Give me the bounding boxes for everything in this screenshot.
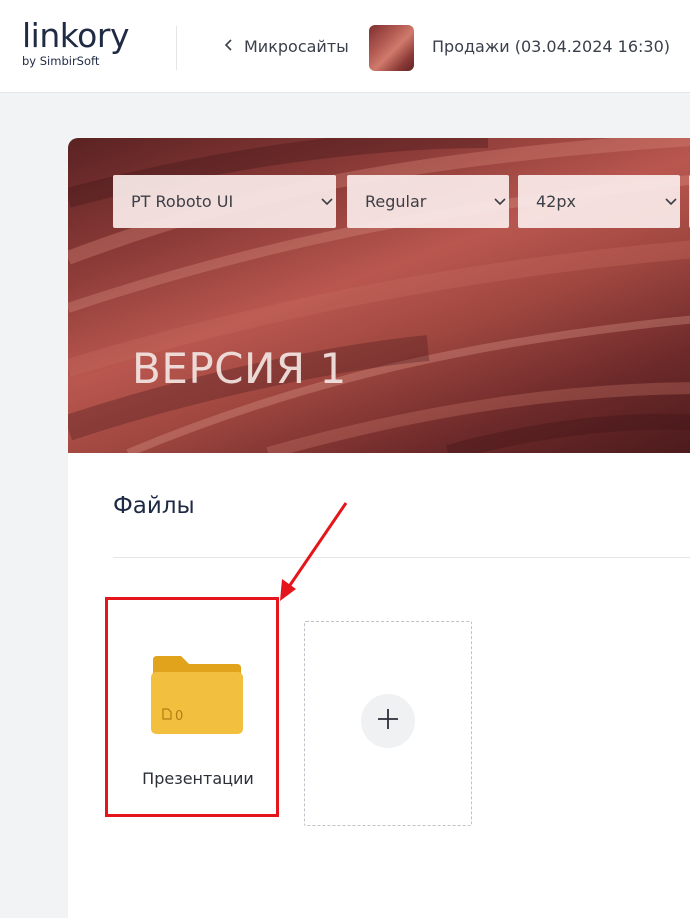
plus-icon	[376, 707, 400, 735]
chevron-left-icon	[224, 36, 234, 58]
microsite-thumbnail[interactable]	[369, 25, 414, 71]
cover-banner: PT Roboto UI Regular 42px ВЕРСИЯ 1	[68, 138, 690, 453]
header-divider	[176, 26, 177, 70]
back-to-microsites-link[interactable]: Микросайты	[224, 36, 349, 58]
version-title[interactable]: ВЕРСИЯ 1	[132, 344, 347, 394]
files-section-title: Файлы	[113, 493, 195, 519]
linkory-logo[interactable]: linkory by SimbirSoft	[22, 16, 129, 69]
logo-text: linkory	[22, 16, 129, 55]
back-link-label: Микросайты	[244, 37, 349, 56]
microsite-title: Продажи (03.04.2024 16:30)	[432, 37, 671, 56]
font-weight-dropdown[interactable]: Regular	[347, 175, 509, 228]
logo-subtext: by SimbirSoft	[22, 54, 100, 68]
font-size-dropdown[interactable]: 42px	[518, 175, 680, 228]
section-divider	[113, 557, 690, 558]
app-header: linkory by SimbirSoft Микросайты Продажи…	[0, 0, 690, 93]
highlight-box	[105, 597, 279, 817]
font-family-dropdown[interactable]: PT Roboto UI	[113, 175, 336, 228]
add-folder-tile[interactable]	[304, 621, 472, 826]
annotation-arrow-icon	[270, 495, 356, 611]
font-family-value: PT Roboto UI	[131, 192, 234, 211]
font-size-value: 42px	[536, 192, 576, 211]
font-weight-value: Regular	[365, 192, 427, 211]
add-button[interactable]	[361, 694, 415, 748]
